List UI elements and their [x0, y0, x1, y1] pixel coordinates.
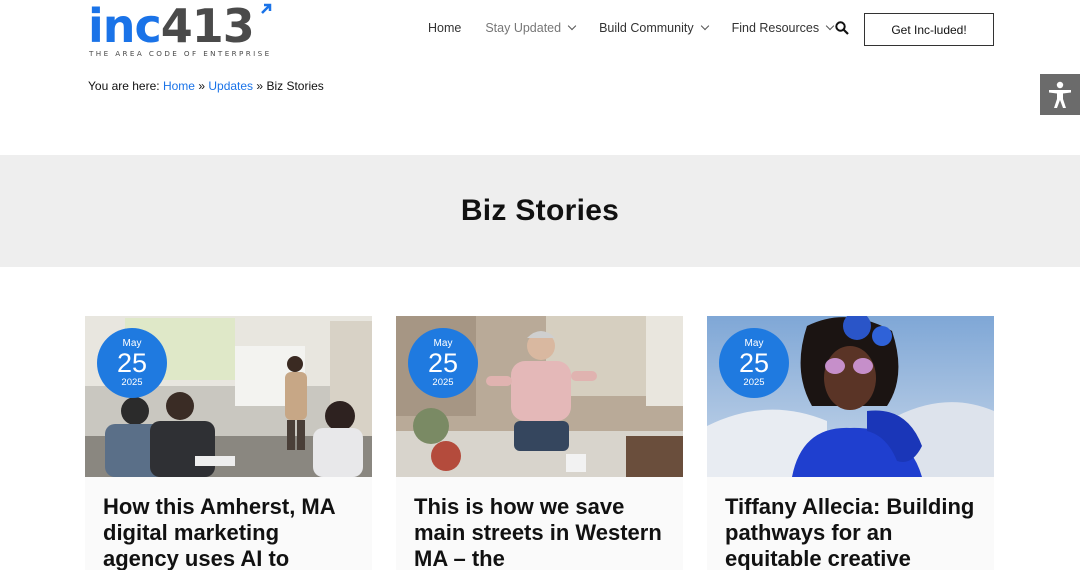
post-card[interactable]: May 25 2025 Tiffany Allecia: Building pa… [707, 316, 994, 570]
get-included-button[interactable]: Get Inc-luded! [864, 13, 994, 46]
page: inc413 THE AREA CODE OF ENTERPRISE Home … [0, 0, 1080, 570]
search-icon[interactable] [835, 21, 849, 35]
breadcrumb-home-link[interactable]: Home [163, 79, 195, 93]
breadcrumb: You are here: Home » Updates » Biz Stori… [88, 79, 324, 93]
post-date-year: 2025 [121, 377, 143, 388]
post-title-link[interactable]: This is how we save main streets in West… [414, 494, 669, 570]
nav-home[interactable]: Home [428, 21, 461, 35]
breadcrumb-updates-link[interactable]: Updates [208, 79, 253, 93]
post-date-badge: May 25 2025 [719, 328, 789, 398]
post-date-year: 2025 [743, 377, 765, 388]
nav-find-resources[interactable]: Find Resources [731, 21, 835, 35]
get-included-label: Get Inc-luded! [891, 22, 967, 37]
post-title-link[interactable]: How this Amherst, MA digital marketing a… [103, 494, 358, 570]
post-date-day: 25 [116, 348, 148, 378]
nav-build-community[interactable]: Build Community [599, 21, 709, 35]
logo-number: 413 [160, 0, 255, 53]
chevron-down-icon [825, 21, 835, 31]
chevron-down-icon [700, 21, 709, 31]
breadcrumb-current: Biz Stories [266, 79, 324, 93]
accessibility-toolbar-button[interactable] [1040, 74, 1080, 115]
page-title-banner: Biz Stories [0, 155, 1080, 267]
breadcrumb-prefix: You are here: [88, 79, 160, 93]
post-date-badge: May 25 2025 [408, 328, 478, 398]
chevron-down-icon [567, 21, 577, 31]
nav-find-resources-label: Find Resources [731, 21, 820, 35]
nav-home-label: Home [428, 21, 462, 35]
post-date-day: 25 [427, 348, 459, 378]
logo-arrow-icon [261, 3, 272, 14]
accessibility-icon [1049, 81, 1071, 108]
logo-inc: inc [88, 0, 162, 53]
logo-tagline: THE AREA CODE OF ENTERPRISE [89, 49, 272, 58]
nav-stay-updated[interactable]: Stay Updated [485, 21, 577, 35]
page-title: Biz Stories [460, 194, 620, 227]
breadcrumb-separator: » [256, 79, 264, 93]
nav-stay-updated-label: Stay Updated [485, 21, 562, 35]
logo-wordmark: inc413 [88, 3, 278, 49]
post-card[interactable]: May 25 2025 How this Amherst, MA digital… [85, 316, 372, 570]
post-date-year: 2025 [432, 377, 454, 388]
site-logo[interactable]: inc413 THE AREA CODE OF ENTERPRISE [88, 3, 278, 59]
main-nav: Home Stay Updated Build Community Find R… [428, 21, 835, 35]
breadcrumb-separator: » [198, 79, 206, 93]
post-title-link[interactable]: Tiffany Allecia: Building pathways for a… [725, 494, 980, 570]
post-card[interactable]: May 25 2025 This is how we save main str… [396, 316, 683, 570]
nav-build-community-label: Build Community [599, 21, 694, 35]
post-date-day: 25 [738, 348, 770, 378]
post-date-badge: May 25 2025 [97, 328, 167, 398]
